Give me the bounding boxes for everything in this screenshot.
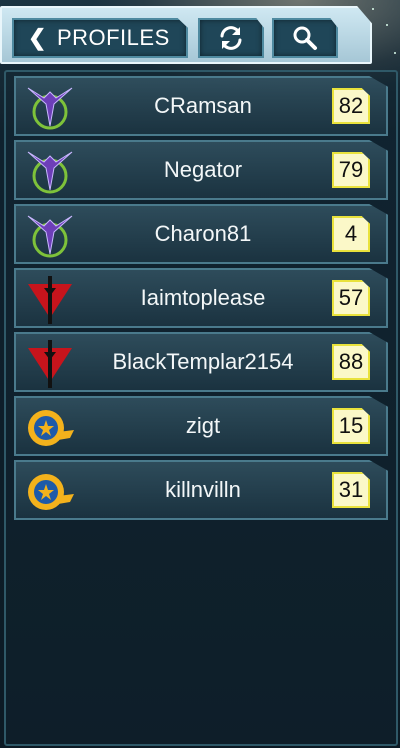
crimson-faction-icon	[24, 274, 76, 326]
ascendancy-faction-icon	[24, 146, 76, 198]
refresh-button[interactable]	[198, 18, 264, 58]
refresh-icon	[220, 26, 242, 50]
ascendancy-faction-icon	[24, 210, 76, 262]
crimson-faction-icon	[24, 338, 76, 390]
profile-row[interactable]: CRamsan 82	[14, 76, 388, 136]
level-badge: 79	[332, 152, 370, 188]
back-label: PROFILES	[56, 25, 170, 50]
profile-row[interactable]: Charon81 4	[14, 204, 388, 264]
profile-row[interactable]: Iaimtoplease 57	[14, 268, 388, 328]
profile-name: CRamsan	[154, 93, 252, 118]
sol-faction-icon	[24, 402, 76, 454]
sol-faction-icon	[24, 466, 76, 518]
profile-row[interactable]: killnvilln 31	[14, 460, 388, 520]
profile-name: Negator	[163, 157, 243, 182]
level-badge: 57	[332, 280, 370, 316]
top-toolbar: ❮ PROFILES	[0, 6, 372, 64]
profile-name: Charon81	[154, 221, 252, 246]
profile-name: killnvilln	[165, 477, 241, 502]
level-badge: 88	[332, 344, 370, 380]
back-button[interactable]: ❮ PROFILES	[12, 18, 188, 58]
level-badge: 82	[332, 88, 370, 124]
level-badge: 4	[332, 216, 370, 252]
level-badge: 31	[332, 472, 370, 508]
profile-name: zigt	[185, 413, 221, 438]
profile-row[interactable]: Negator 79	[14, 140, 388, 200]
search-button[interactable]	[272, 18, 338, 58]
profile-name: BlackTemplar2154	[112, 349, 294, 374]
level-badge: 15	[332, 408, 370, 444]
search-icon	[293, 26, 317, 50]
profiles-list: CRamsan 82 Negator 79 Charon81 4 Iaimtoplease 5…	[4, 70, 398, 746]
app-root: ❮ PROFILES CRamsan 82 Negator 79 Charon81 4 Ia…	[0, 0, 400, 748]
ascendancy-faction-icon	[24, 82, 76, 134]
profile-name: Iaimtoplease	[140, 285, 266, 310]
profile-row[interactable]: BlackTemplar2154 88	[14, 332, 388, 392]
profile-row[interactable]: zigt 15	[14, 396, 388, 456]
chevron-left-icon: ❮	[28, 25, 47, 50]
